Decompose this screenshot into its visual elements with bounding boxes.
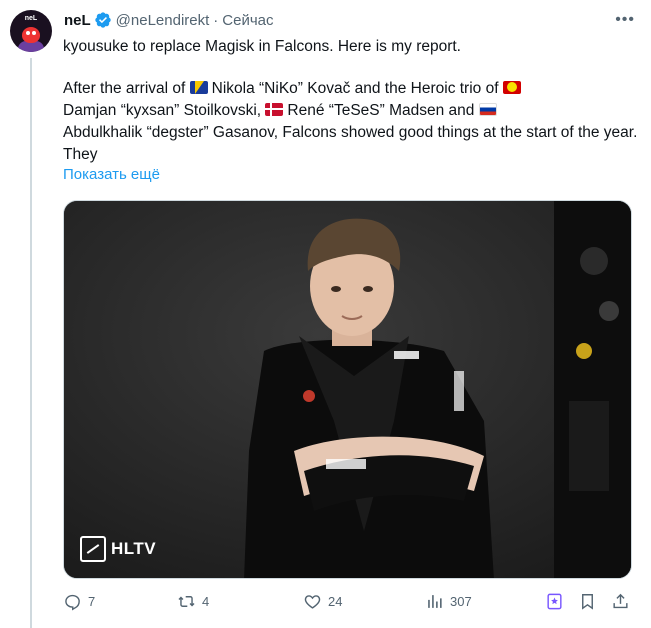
timestamp[interactable]: Сейчас (222, 12, 273, 29)
verified-badge-icon (94, 12, 111, 28)
text-segment-degster: Abdulkhalik “degster” Gasanov, Falcons s… (63, 124, 638, 163)
views-button[interactable]: 307 (425, 592, 472, 611)
hltv-watermark-text: HLTV (111, 539, 157, 558)
repost-count: 4 (202, 594, 210, 609)
show-more-link[interactable]: Показать ещё (63, 166, 160, 183)
handle[interactable]: @neLendirekt (116, 12, 210, 29)
avatar-column: neL (10, 10, 52, 52)
repost-button[interactable]: 4 (177, 592, 209, 611)
north-macedonia-flag-icon (502, 81, 521, 94)
views-chart-icon (428, 595, 442, 608)
hltv-logo-icon (80, 536, 106, 562)
grok-button[interactable] (545, 592, 564, 611)
like-button[interactable]: 24 (303, 592, 342, 611)
tweet[interactable]: neL neL @neLendirekt · Сейчас ••• kyousu… (0, 0, 651, 628)
heart-icon (304, 595, 321, 609)
bosnia-flag-icon (189, 81, 208, 94)
like-count: 24 (328, 594, 343, 609)
avatar-text: neL (24, 15, 38, 22)
reply-count: 7 (88, 594, 96, 609)
text-segment-teses: René “TeSeS” Madsen and (287, 102, 475, 119)
tweet-line-1: kyousuke to replace Magisk in Falcons. H… (63, 38, 461, 55)
tweet-text: kyousuke to replace Magisk in Falcons. H… (63, 36, 638, 166)
display-name[interactable]: neL (64, 12, 91, 29)
tweet-paragraph: After the arrival of Nikola “NiKo” Kovač… (63, 78, 638, 166)
action-bar: 7 4 24 307 (63, 592, 638, 616)
russia-flag-icon (478, 103, 497, 116)
repost-icon (178, 596, 195, 607)
reply-button[interactable]: 7 (63, 592, 95, 611)
tweet-header: neL @neLendirekt · Сейчас (64, 10, 274, 30)
views-count: 307 (450, 594, 472, 609)
hltv-watermark: HLTV (80, 536, 156, 562)
grok-icon (547, 593, 562, 610)
player-photo-image (64, 201, 631, 578)
text-segment-kyxsan: Damjan “kyxsan” Stoilkovski, (63, 102, 262, 119)
share-icon (613, 593, 628, 609)
more-options-icon[interactable]: ••• (615, 10, 635, 30)
avatar[interactable]: neL (10, 10, 52, 52)
thread-line (30, 58, 32, 628)
denmark-flag-icon (265, 103, 284, 116)
share-button[interactable] (611, 592, 630, 611)
bookmark-icon (582, 594, 593, 610)
bookmark-button[interactable] (578, 592, 597, 611)
reply-icon (65, 594, 80, 611)
text-segment-1: After the arrival of (63, 80, 186, 97)
separator-dot: · (213, 11, 219, 29)
text-segment-niko: Nikola “NiKo” Kovač and the Heroic trio … (211, 80, 499, 97)
tweet-media-photo[interactable]: HLTV (63, 200, 632, 579)
